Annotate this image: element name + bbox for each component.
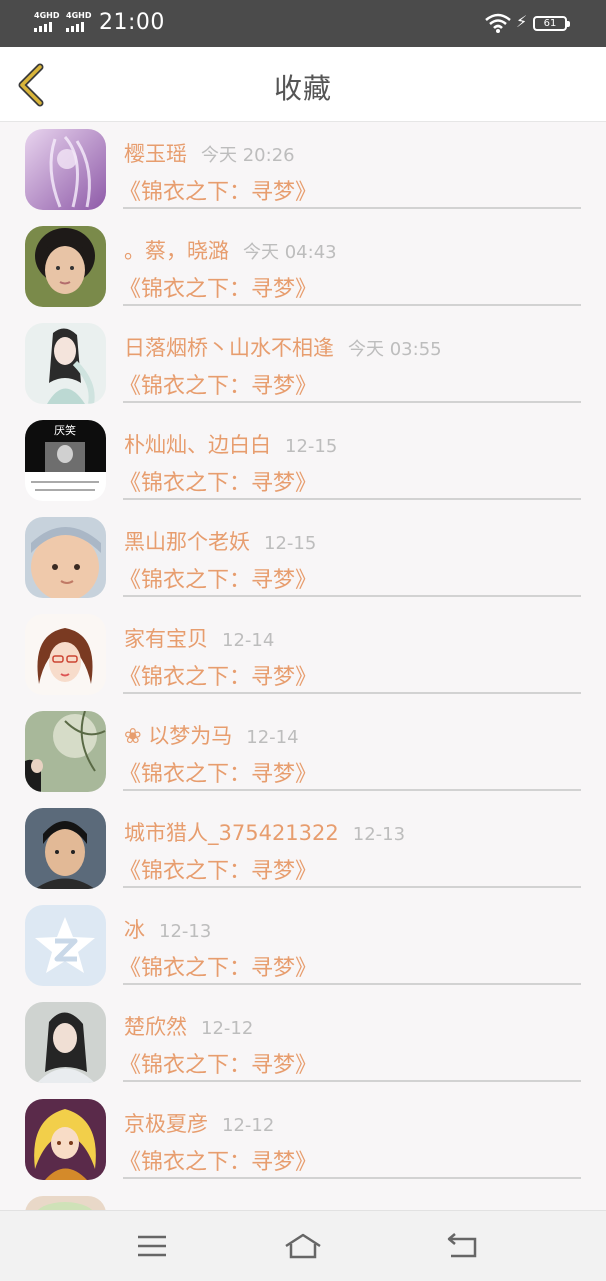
status-bar: 4GHD 4GHD 21:00 ⚡ 61 — [0, 0, 606, 47]
book-title: 《锦衣之下：寻梦》 — [119, 471, 318, 496]
charging-icon: ⚡ — [516, 12, 528, 31]
post-time: 12-15 — [264, 533, 317, 554]
user-name: 家有宝贝 — [124, 627, 208, 651]
divider — [123, 498, 581, 500]
user-avatar[interactable] — [25, 1002, 106, 1083]
wifi-icon — [485, 13, 511, 33]
system-navigation-bar — [0, 1210, 606, 1281]
user-avatar[interactable]: 厌笑 — [25, 420, 106, 501]
user-avatar[interactable] — [25, 1196, 106, 1210]
divider — [123, 1177, 581, 1179]
user-avatar[interactable] — [25, 614, 106, 695]
post-time: 12-13 — [352, 824, 406, 845]
divider — [123, 207, 581, 209]
post-time: 12-12 — [222, 1115, 275, 1136]
divider — [123, 983, 581, 985]
divider — [123, 789, 581, 791]
user-name: ❀ 以梦为马 — [124, 724, 233, 748]
divider — [123, 595, 581, 597]
user-name: 楚欣然 — [124, 1015, 187, 1039]
list-item[interactable]: 冰 12-13 《锦衣之下：寻梦》 — [0, 898, 606, 995]
back-icon[interactable] — [443, 1231, 483, 1261]
book-title: 《锦衣之下：寻梦》 — [119, 180, 318, 205]
divider — [123, 886, 581, 888]
divider — [123, 401, 581, 403]
user-avatar[interactable] — [25, 129, 106, 210]
post-time: 今天 20:26 — [201, 145, 295, 166]
signal-icon: 4GHD — [66, 11, 94, 34]
divider — [123, 1080, 581, 1082]
user-name: 。蔡，晓潞 — [124, 239, 229, 263]
book-title: 《锦衣之下：寻梦》 — [119, 1053, 318, 1078]
list-item[interactable]: 楚欣然 12-12 《锦衣之下：寻梦》 — [0, 995, 606, 1092]
list-item[interactable]: 樱玉瑶 今天 20:26 《锦衣之下：寻梦》 — [0, 122, 606, 219]
post-time: 12-14 — [246, 727, 299, 748]
user-name: 黑山那个老妖 — [124, 530, 250, 554]
user-avatar[interactable] — [25, 808, 106, 889]
book-title: 《锦衣之下：寻梦》 — [119, 374, 318, 399]
book-title: 《锦衣之下：寻梦》 — [119, 568, 318, 593]
header: 收藏 — [0, 47, 606, 122]
user-avatar[interactable] — [25, 226, 106, 307]
post-time: 12-14 — [222, 630, 275, 651]
user-avatar[interactable] — [25, 1099, 106, 1180]
user-avatar[interactable] — [25, 517, 106, 598]
post-time: 今天 04:43 — [243, 242, 337, 263]
book-title: 《锦衣之下：寻梦》 — [119, 1150, 318, 1175]
book-title: 《锦衣之下：寻梦》 — [119, 277, 318, 302]
list-item[interactable]: 家有宝贝 12-14 《锦衣之下：寻梦》 — [0, 607, 606, 704]
post-time: 今天 03:55 — [348, 339, 442, 360]
divider — [123, 304, 581, 306]
post-time: 12-12 — [201, 1018, 254, 1039]
signal-icon: 4GHD — [34, 11, 62, 34]
book-title: 《锦衣之下：寻梦》 — [119, 665, 318, 690]
user-name: 樱玉瑶 — [124, 142, 187, 166]
battery-icon: 61 — [533, 16, 570, 31]
user-name: 冰 — [124, 918, 145, 942]
list-item[interactable] — [0, 1189, 606, 1210]
status-time: 21:00 — [99, 10, 165, 35]
list-item[interactable]: 日落烟桥丶山水不相逢 今天 03:55 《锦衣之下：寻梦》 — [0, 316, 606, 413]
divider — [123, 692, 581, 694]
page-title: 收藏 — [273, 72, 332, 105]
post-time: 12-15 — [285, 436, 338, 457]
user-name: 朴灿灿、边白白 — [124, 433, 271, 457]
user-name: 京极夏彦 — [124, 1112, 208, 1136]
list-item[interactable]: 黑山那个老妖 12-15 《锦衣之下：寻梦》 — [0, 510, 606, 607]
user-avatar[interactable] — [25, 905, 106, 986]
book-title: 《锦衣之下：寻梦》 — [119, 956, 318, 981]
user-name: 城市猎人_375421322 — [124, 821, 339, 845]
favorites-list[interactable]: 樱玉瑶 今天 20:26 《锦衣之下：寻梦》 。蔡，晓潞 今天 04:43 《锦衣之… — [0, 122, 606, 1210]
list-item[interactable]: 。蔡，晓潞 今天 04:43 《锦衣之下：寻梦》 — [0, 219, 606, 316]
user-name: 日落烟桥丶山水不相逢 — [124, 336, 334, 360]
menu-icon[interactable] — [132, 1231, 172, 1261]
list-item[interactable]: ❀ 以梦为马 12-14 《锦衣之下：寻梦》 — [0, 704, 606, 801]
book-title: 《锦衣之下：寻梦》 — [119, 859, 318, 884]
user-avatar[interactable] — [25, 323, 106, 404]
home-icon[interactable] — [283, 1231, 323, 1261]
list-item[interactable]: 城市猎人_375421322 12-13 《锦衣之下：寻梦》 — [0, 801, 606, 898]
avatar-card-text: 厌笑 — [54, 423, 76, 437]
user-avatar[interactable] — [25, 711, 106, 792]
list-item[interactable]: 厌笑 朴灿灿、边白白 12-15 《锦衣之下：寻梦》 — [0, 413, 606, 510]
book-title: 《锦衣之下：寻梦》 — [119, 762, 318, 787]
post-time: 12-13 — [159, 921, 212, 942]
list-item[interactable]: 京极夏彦 12-12 《锦衣之下：寻梦》 — [0, 1092, 606, 1189]
